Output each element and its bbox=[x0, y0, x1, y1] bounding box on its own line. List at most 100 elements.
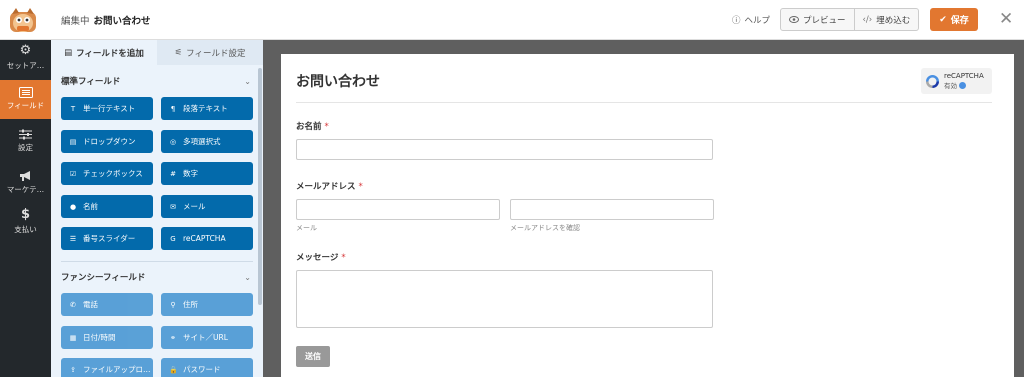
phone-icon: ✆ bbox=[70, 300, 76, 309]
field-label: チェックボックス bbox=[83, 169, 143, 178]
email-confirm-sublabel: メールアドレスを確認 bbox=[510, 224, 580, 232]
email-confirm-input[interactable] bbox=[510, 199, 714, 220]
form-preview: お問い合わせ reCAPTCHA 有効 お名前 * メールアドレス * メール メー… bbox=[281, 54, 1014, 377]
nav-item-fields[interactable]: フィールド bbox=[0, 80, 51, 119]
lock-icon: 🔒 bbox=[169, 365, 178, 374]
fields-panel: ▤ フィールドを追加 ⚟ フィールド設定 標準フィールド ⌄ T 単一行テキスト … bbox=[51, 40, 263, 377]
field-button-paragraph[interactable]: ¶ 段落テキスト bbox=[161, 97, 253, 120]
field-label: 名前 bbox=[83, 202, 98, 211]
message-field-label: メッセージ * bbox=[296, 251, 346, 263]
chevron-down-icon: ⌄ bbox=[244, 272, 251, 282]
slider-icon: ☰ bbox=[69, 234, 77, 243]
field-label: 多項選択式 bbox=[183, 137, 221, 146]
calendar-icon: ▦ bbox=[69, 333, 77, 342]
text-icon: T bbox=[70, 104, 76, 113]
label-text: メッセージ bbox=[296, 253, 339, 263]
eye-icon bbox=[789, 16, 799, 23]
label-text: メールアドレス bbox=[296, 182, 356, 192]
section-divider bbox=[61, 261, 253, 262]
save-button[interactable]: ✔ 保存 bbox=[930, 8, 978, 31]
recaptcha-icon bbox=[926, 74, 939, 88]
nav-label: マーケテ… bbox=[6, 185, 45, 194]
nav-item-setup[interactable]: ⚙ セットア… bbox=[0, 40, 51, 79]
field-button-phone[interactable]: ✆ 電話 bbox=[61, 293, 153, 316]
recaptcha-status: 有効 bbox=[944, 82, 957, 90]
user-icon: ● bbox=[69, 202, 77, 211]
tab-field-options[interactable]: ⚟ フィールド設定 bbox=[157, 40, 263, 65]
field-label: ドロップダウン bbox=[83, 137, 136, 146]
field-label: 電話 bbox=[83, 300, 98, 309]
preview-embed-group: プレビュー ‹/› 埋め込む bbox=[780, 8, 920, 31]
dropdown-icon: ▤ bbox=[69, 137, 77, 146]
field-button-name[interactable]: ● 名前 bbox=[61, 195, 153, 218]
help-label: ヘルプ bbox=[744, 16, 771, 26]
google-icon: G bbox=[170, 234, 176, 243]
fancy-fields-header[interactable]: ファンシーフィールド ⌄ bbox=[61, 270, 251, 284]
field-label: ファイルアップロ… bbox=[83, 365, 151, 374]
field-button-password[interactable]: 🔒 パスワード bbox=[161, 358, 253, 377]
message-textarea[interactable] bbox=[296, 270, 713, 328]
sliders-icon bbox=[19, 129, 32, 140]
top-bar: 編集中 お問い合わせ ⓘ ヘルプ プレビュー ‹/› 埋め込む ✔ 保存 ✕ bbox=[0, 0, 1024, 40]
editing-label: 編集中 bbox=[61, 16, 90, 27]
section-title: 標準フィールド bbox=[61, 77, 121, 87]
radio-icon: ◎ bbox=[169, 137, 177, 146]
field-button-date-time[interactable]: ▦ 日付/時間 bbox=[61, 326, 153, 349]
field-button-email[interactable]: ✉ メール bbox=[161, 195, 253, 218]
sliders-icon: ⚟ bbox=[174, 47, 183, 58]
field-button-website[interactable]: ⚭ サイト／URL bbox=[161, 326, 253, 349]
required-mark: * bbox=[341, 253, 346, 263]
list-icon: ▤ bbox=[64, 47, 73, 58]
checkbox-icon: ☑ bbox=[69, 169, 77, 178]
field-button-checkboxes[interactable]: ☑ チェックボックス bbox=[61, 162, 153, 185]
title-divider bbox=[296, 102, 992, 103]
email-sublabel: メール bbox=[296, 224, 317, 232]
field-button-numbers[interactable]: # 数字 bbox=[161, 162, 253, 185]
field-label: reCAPTCHA bbox=[183, 234, 226, 243]
chevron-down-icon: ⌄ bbox=[244, 76, 251, 86]
check-icon: ✔ bbox=[939, 14, 947, 25]
check-circle-icon bbox=[959, 81, 966, 89]
help-button[interactable]: ⓘ ヘルプ bbox=[732, 14, 770, 26]
embed-button[interactable]: ‹/› 埋め込む bbox=[853, 9, 919, 30]
tab-label: フィールドを追加 bbox=[76, 48, 144, 59]
envelope-icon: ✉ bbox=[170, 202, 176, 211]
field-button-file-upload[interactable]: ⇪ ファイルアップロ… bbox=[61, 358, 153, 377]
submit-button[interactable]: 送信 bbox=[296, 346, 330, 367]
email-field-label: メールアドレス * bbox=[296, 180, 363, 192]
gear-icon: ⚙ bbox=[19, 43, 32, 58]
nav-item-payments[interactable]: $ 支払い bbox=[0, 204, 51, 243]
field-button-recaptcha[interactable]: GreCAPTCHA bbox=[161, 227, 253, 250]
nav-label: フィールド bbox=[6, 101, 45, 110]
email-input[interactable] bbox=[296, 199, 500, 220]
field-button-single-line[interactable]: T 単一行テキスト bbox=[61, 97, 153, 120]
field-button-dropdown[interactable]: ▤ ドロップダウン bbox=[61, 130, 153, 153]
nav-item-settings[interactable]: 設定 bbox=[0, 122, 51, 161]
name-input[interactable] bbox=[296, 139, 713, 160]
field-label: 数字 bbox=[183, 169, 198, 178]
field-button-multiple-choice[interactable]: ◎ 多項選択式 bbox=[161, 130, 253, 153]
field-label: パスワード bbox=[183, 365, 221, 374]
preview-button[interactable]: プレビュー bbox=[781, 9, 854, 30]
panel-scrollbar[interactable] bbox=[258, 68, 262, 305]
embed-label: 埋め込む bbox=[876, 15, 911, 26]
nav-item-marketing[interactable]: マーケテ… bbox=[0, 164, 51, 203]
tab-label: フィールド設定 bbox=[186, 48, 246, 59]
help-icon: ⓘ bbox=[732, 16, 741, 26]
dollar-icon: $ bbox=[20, 207, 31, 222]
field-button-address[interactable]: ⚲ 住所 bbox=[161, 293, 253, 316]
recaptcha-badge: reCAPTCHA 有効 bbox=[921, 68, 992, 94]
recaptcha-label: reCAPTCHA bbox=[944, 72, 984, 80]
name-field-label: お名前 * bbox=[296, 120, 329, 132]
field-label: サイト／URL bbox=[183, 333, 228, 342]
tab-add-fields[interactable]: ▤ フィールドを追加 bbox=[51, 40, 157, 65]
field-label: 段落テキスト bbox=[183, 104, 228, 113]
close-icon[interactable]: ✕ bbox=[999, 9, 1013, 29]
standard-fields-header[interactable]: 標準フィールド ⌄ bbox=[61, 74, 251, 88]
link-icon: ⚭ bbox=[170, 333, 176, 342]
nav-label: セットア… bbox=[6, 61, 45, 70]
nav-label: 支払い bbox=[14, 225, 37, 234]
megaphone-icon bbox=[19, 171, 30, 181]
field-label: 日付/時間 bbox=[83, 333, 116, 342]
field-button-number-slider[interactable]: ☰ 番号スライダー bbox=[61, 227, 153, 250]
